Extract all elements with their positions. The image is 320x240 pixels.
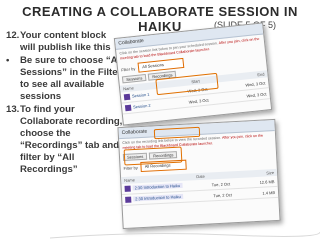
step-number: 13. [6,104,20,115]
bullet-marker: • [6,55,10,66]
collaborate-icon [124,185,131,193]
filter-label: Filter by [120,65,136,73]
collaborate-icon [124,104,132,112]
tab-sessions[interactable]: Sessions [121,74,147,84]
step-text: Be sure to choose “All Sessions” in the … [20,55,123,102]
step-text: To find your Collaborate recording, choo… [20,104,123,175]
filter-label: Filter by [123,164,138,171]
row-start: Wed, 3 Oct [188,97,209,105]
session-link[interactable]: Session 2 [133,103,151,110]
step-13: 13. To find your Collaborate recording, … [6,104,124,176]
step-12: 12. Your content block will publish like… [6,30,124,54]
row-date: Tue, 2 Oct [213,192,232,198]
row-end: Wed, 3 Oct [246,91,267,99]
step-bullet: • Be sure to choose “All Sessions” in th… [6,55,124,103]
column-header: Name [124,177,136,184]
footer-decoration [50,231,320,239]
column-header: Date [196,173,205,180]
column-header: End [257,71,265,78]
sessions-screenshot: Collaborate Click on the session link be… [113,22,273,126]
row-size: 12.6 MB [259,178,275,185]
step-text: Your content block will publish like thi… [20,30,111,53]
instruction-list: 12. Your content block will publish like… [6,30,124,177]
step-number: 12. [6,30,20,41]
filter-highlight [123,146,183,166]
row-size: 1.4 MB [262,189,276,196]
row-end: Wed, 3 Oct [245,80,266,88]
recording-link[interactable]: 2:30 Introduction to Haiku [132,183,183,191]
column-header: Size [266,170,275,176]
collaborate-icon [125,196,132,204]
row-date: Tue, 2 Oct [211,181,231,188]
recording-link[interactable]: 2:30 Introduction to Haiku [133,194,183,202]
collaborate-icon [123,93,131,101]
session-link[interactable]: Session 1 [132,92,150,99]
